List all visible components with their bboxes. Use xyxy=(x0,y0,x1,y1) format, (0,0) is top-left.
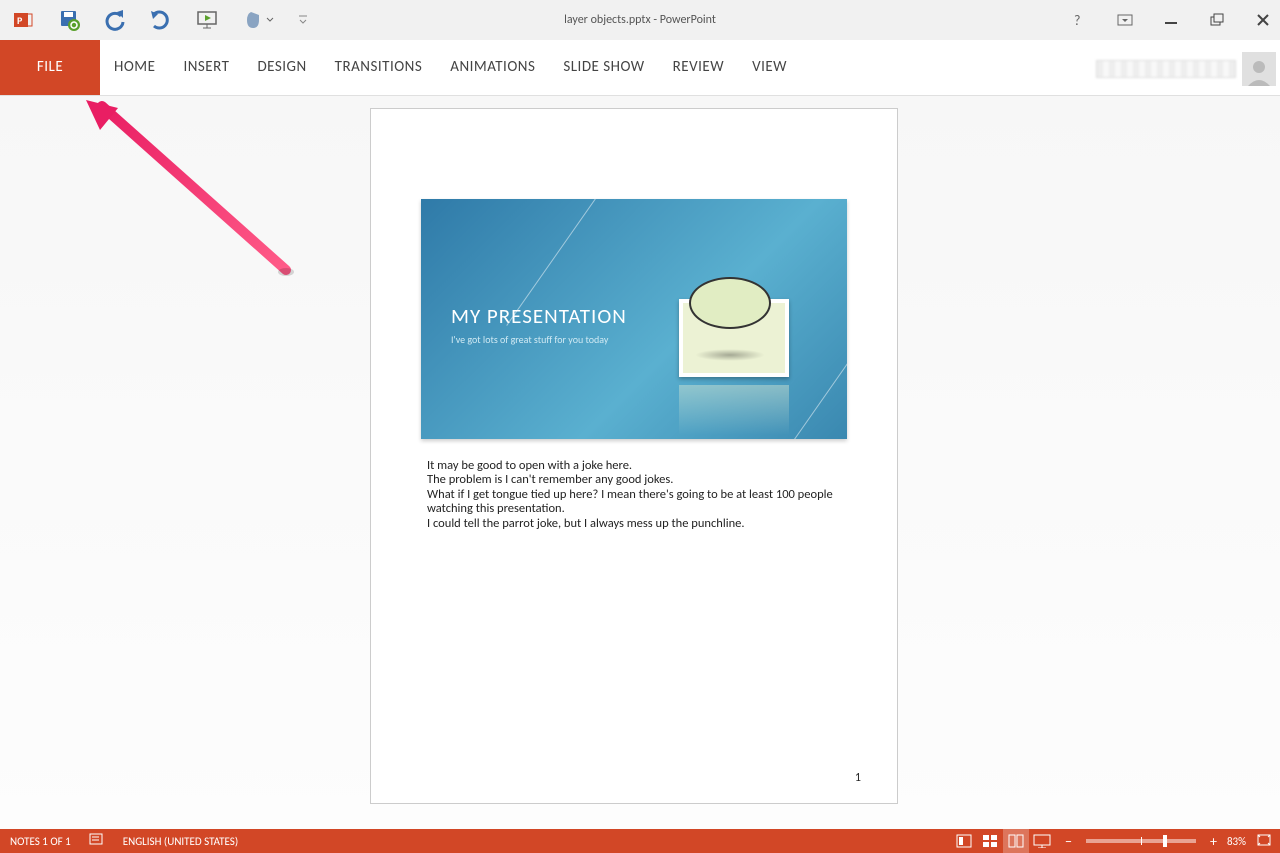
notes-page[interactable]: MY PRESENTATION I've got lots of great s… xyxy=(370,108,898,804)
undo-icon[interactable] xyxy=(102,7,128,33)
restore-icon[interactable] xyxy=(1206,9,1228,31)
slideshow-view-icon[interactable] xyxy=(1029,829,1055,853)
ribbon-tabs: FILE HOME INSERT DESIGN TRANSITIONS ANIM… xyxy=(0,40,1280,96)
tab-design[interactable]: DESIGN xyxy=(243,40,320,95)
tab-transitions[interactable]: TRANSITIONS xyxy=(321,40,437,95)
tab-insert[interactable]: INSERT xyxy=(169,40,243,95)
status-notes-count[interactable]: NOTES 1 OF 1 xyxy=(10,835,71,848)
status-bar: NOTES 1 OF 1 ENGLISH (UNITED STATES) − +… xyxy=(0,829,1280,853)
close-icon[interactable] xyxy=(1252,9,1274,31)
tab-file[interactable]: FILE xyxy=(0,40,100,95)
zoom-out-icon[interactable]: − xyxy=(1065,833,1072,850)
window-controls: ? xyxy=(1068,9,1274,31)
shape-square-reflection xyxy=(679,385,789,435)
tab-slideshow[interactable]: SLIDE SHOW xyxy=(549,40,658,95)
svg-text:?: ? xyxy=(1074,13,1081,27)
zoom-in-icon[interactable]: + xyxy=(1210,833,1217,850)
reading-view-icon[interactable] xyxy=(1003,829,1029,853)
slideshow-start-icon[interactable] xyxy=(194,7,220,33)
tab-animations[interactable]: ANIMATIONS xyxy=(436,40,549,95)
window-title: layer objects.pptx - PowerPoint xyxy=(564,13,716,27)
redo-icon[interactable] xyxy=(148,7,174,33)
account-area[interactable] xyxy=(1096,52,1276,86)
titlebar: P layer objects.pptx - PowerPoint ? xyxy=(0,0,1280,40)
notes-line: I could tell the parrot joke, but I alwa… xyxy=(427,517,841,531)
notes-line: What if I get tongue tied up here? I mea… xyxy=(427,488,841,517)
help-icon[interactable]: ? xyxy=(1068,9,1090,31)
ribbon-display-icon[interactable] xyxy=(1114,9,1136,31)
normal-view-icon[interactable] xyxy=(951,829,977,853)
slide-thumbnail[interactable]: MY PRESENTATION I've got lots of great s… xyxy=(421,199,847,439)
spellcheck-icon[interactable] xyxy=(89,833,105,850)
save-icon[interactable] xyxy=(56,7,82,33)
notes-line: It may be good to open with a joke here. xyxy=(427,459,841,473)
zoom-slider[interactable] xyxy=(1086,839,1196,843)
slide-sorter-icon[interactable] xyxy=(977,829,1003,853)
tab-home[interactable]: HOME xyxy=(100,40,169,95)
notes-line: The problem is I can't remember any good… xyxy=(427,473,841,487)
quick-access-toolbar: P xyxy=(0,7,310,33)
tab-view[interactable]: VIEW xyxy=(738,40,801,95)
shape-oval xyxy=(689,277,771,329)
notes-page-view: MY PRESENTATION I've got lots of great s… xyxy=(0,96,1280,829)
slide-subtitle-text: I've got lots of great stuff for you tod… xyxy=(451,333,608,346)
avatar-icon[interactable] xyxy=(1242,52,1276,86)
minimize-icon[interactable] xyxy=(1160,9,1182,31)
svg-text:P: P xyxy=(17,14,23,27)
annotation-arrow xyxy=(56,100,316,300)
zoom-level[interactable]: 83% xyxy=(1227,835,1246,848)
qat-customize-icon[interactable] xyxy=(296,7,310,33)
notes-text[interactable]: It may be good to open with a joke here.… xyxy=(427,459,841,531)
fit-to-window-icon[interactable] xyxy=(1256,833,1272,850)
view-buttons xyxy=(951,829,1055,853)
shape-oval-shadow xyxy=(695,349,765,361)
slide-title-text: MY PRESENTATION xyxy=(451,303,627,329)
touch-mode-icon[interactable] xyxy=(240,7,276,33)
page-number: 1 xyxy=(855,771,861,785)
powerpoint-icon[interactable]: P xyxy=(10,7,36,33)
account-name-blurred xyxy=(1096,60,1236,78)
status-language[interactable]: ENGLISH (UNITED STATES) xyxy=(123,835,238,848)
tab-review[interactable]: REVIEW xyxy=(659,40,738,95)
